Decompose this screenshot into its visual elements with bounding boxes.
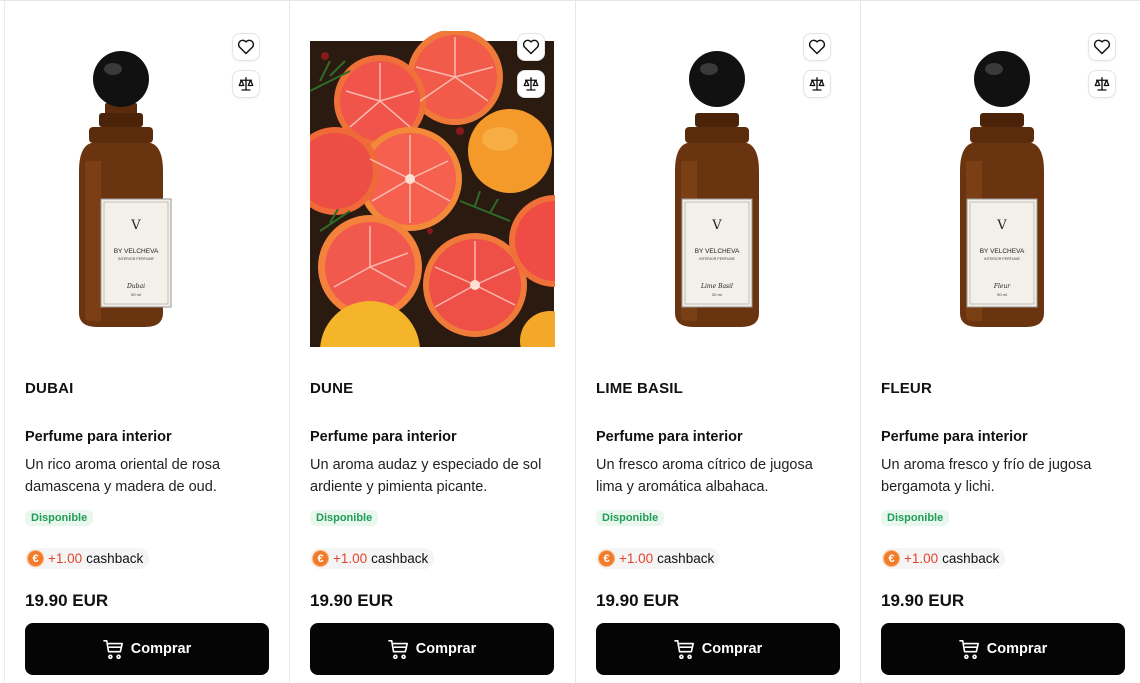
cashback-pill: € +1.00 cashback xyxy=(310,548,435,569)
product-title[interactable]: LIME BASIL xyxy=(596,380,683,397)
product-title[interactable]: DUNE xyxy=(310,380,353,397)
euro-coin-icon: € xyxy=(27,550,44,567)
heart-icon xyxy=(237,39,255,55)
cashback-label: cashback xyxy=(371,551,429,566)
cashback-amount: +1.00 xyxy=(333,551,368,566)
cashback-pill: € +1.00 cashback xyxy=(596,548,721,569)
bottle-subbrand: INTERIOR PERFUME xyxy=(118,257,154,261)
product-image[interactable]: V BY VELCHEVA INTERIOR PERFUME Dubai 50 … xyxy=(25,31,270,347)
product-grid: V BY VELCHEVA INTERIOR PERFUME Dubai 50 … xyxy=(0,0,1140,683)
buy-button-label: Comprar xyxy=(701,641,763,657)
availability-badge: Disponible xyxy=(881,510,950,526)
euro-coin-icon: € xyxy=(312,550,329,567)
heart-icon xyxy=(1093,39,1111,55)
cart-icon xyxy=(673,640,694,659)
product-card[interactable]: V BY VELCHEVA INTERIOR PERFUME Fleur 50 … xyxy=(860,1,1140,683)
product-subtitle: Perfume para interior xyxy=(881,429,1028,445)
euro-coin-icon: € xyxy=(598,550,615,567)
buy-button[interactable]: Comprar xyxy=(881,623,1125,675)
product-title[interactable]: FLEUR xyxy=(881,380,932,397)
product-price: 19.90 EUR xyxy=(881,591,965,610)
bottle-subbrand: INTERIOR PERFUME xyxy=(699,257,735,261)
buy-button-label: Comprar xyxy=(130,641,192,657)
scale-icon xyxy=(523,77,539,91)
svg-text:V: V xyxy=(996,218,1007,233)
product-price: 19.90 EUR xyxy=(25,591,109,610)
compare-button[interactable] xyxy=(803,70,831,98)
compare-button[interactable] xyxy=(232,70,260,98)
product-subtitle: Perfume para interior xyxy=(310,429,457,445)
bottle-subbrand: INTERIOR PERFUME xyxy=(984,257,1020,261)
product-image[interactable] xyxy=(291,29,601,401)
product-image[interactable]: V BY VELCHEVA INTERIOR PERFUME Lime Basi… xyxy=(596,31,841,347)
bottle-volume: 50 ml xyxy=(712,292,722,297)
product-card[interactable]: DUNE Perfume para interior Un aroma auda… xyxy=(289,1,601,683)
favorite-button[interactable] xyxy=(803,33,831,61)
availability-badge: Disponible xyxy=(310,510,379,526)
product-title[interactable]: DUBAI xyxy=(25,380,74,397)
favorite-button[interactable] xyxy=(517,33,545,61)
bottle-scent: Lime Basil xyxy=(700,283,733,290)
favorite-button[interactable] xyxy=(232,33,260,61)
product-description: Un aroma audaz y especiado de sol ardien… xyxy=(310,457,542,495)
buy-button-label: Comprar xyxy=(415,641,477,657)
heart-icon xyxy=(522,39,540,55)
product-image[interactable]: V BY VELCHEVA INTERIOR PERFUME Fleur 50 … xyxy=(881,31,1126,347)
product-subtitle: Perfume para interior xyxy=(25,429,172,445)
bottle-brand: BY VELCHEVA xyxy=(114,248,159,255)
euro-coin-icon: € xyxy=(883,550,900,567)
bottle-scent: Fleur xyxy=(993,283,1011,290)
cashback-pill: € +1.00 cashback xyxy=(25,548,150,569)
cashback-pill: € +1.00 cashback xyxy=(881,548,1006,569)
bottle-volume: 50 ml xyxy=(131,292,141,297)
product-description: Un aroma fresco y frío de jugosa bergamo… xyxy=(881,457,1092,495)
svg-text:V: V xyxy=(711,218,722,233)
scale-icon xyxy=(809,77,825,91)
compare-button[interactable] xyxy=(517,70,545,98)
buy-button[interactable]: Comprar xyxy=(25,623,269,675)
product-price: 19.90 EUR xyxy=(596,591,680,610)
buy-button-label: Comprar xyxy=(986,641,1048,657)
svg-text:V: V xyxy=(130,218,141,233)
scale-icon xyxy=(1094,77,1110,91)
compare-button[interactable] xyxy=(1088,70,1116,98)
bottle-volume: 50 ml xyxy=(997,292,1007,297)
bottle-brand: BY VELCHEVA xyxy=(980,248,1025,255)
product-description: Un fresco aroma cítrico de jugosa lima y… xyxy=(596,457,813,495)
bottle-brand: BY VELCHEVA xyxy=(695,248,740,255)
cart-icon xyxy=(387,640,408,659)
bottle-scent: Dubai xyxy=(126,283,145,290)
cashback-amount: +1.00 xyxy=(619,551,654,566)
cashback-amount: +1.00 xyxy=(904,551,939,566)
buy-button[interactable]: Comprar xyxy=(596,623,840,675)
cashback-amount: +1.00 xyxy=(48,551,83,566)
scale-icon xyxy=(238,77,254,91)
product-description: Un rico aroma oriental de rosa damascena… xyxy=(25,457,221,495)
heart-icon xyxy=(808,39,826,55)
buy-button[interactable]: Comprar xyxy=(310,623,554,675)
cashback-label: cashback xyxy=(86,551,144,566)
product-price: 19.90 EUR xyxy=(310,591,394,610)
cashback-label: cashback xyxy=(657,551,715,566)
product-subtitle: Perfume para interior xyxy=(596,429,743,445)
cashback-label: cashback xyxy=(942,551,1000,566)
product-card[interactable]: V BY VELCHEVA INTERIOR PERFUME Dubai 50 … xyxy=(4,1,289,683)
product-card[interactable]: V BY VELCHEVA INTERIOR PERFUME Lime Basi… xyxy=(575,1,860,683)
availability-badge: Disponible xyxy=(596,510,665,526)
cart-icon xyxy=(958,640,979,659)
cart-icon xyxy=(102,640,123,659)
availability-badge: Disponible xyxy=(25,510,94,526)
favorite-button[interactable] xyxy=(1088,33,1116,61)
